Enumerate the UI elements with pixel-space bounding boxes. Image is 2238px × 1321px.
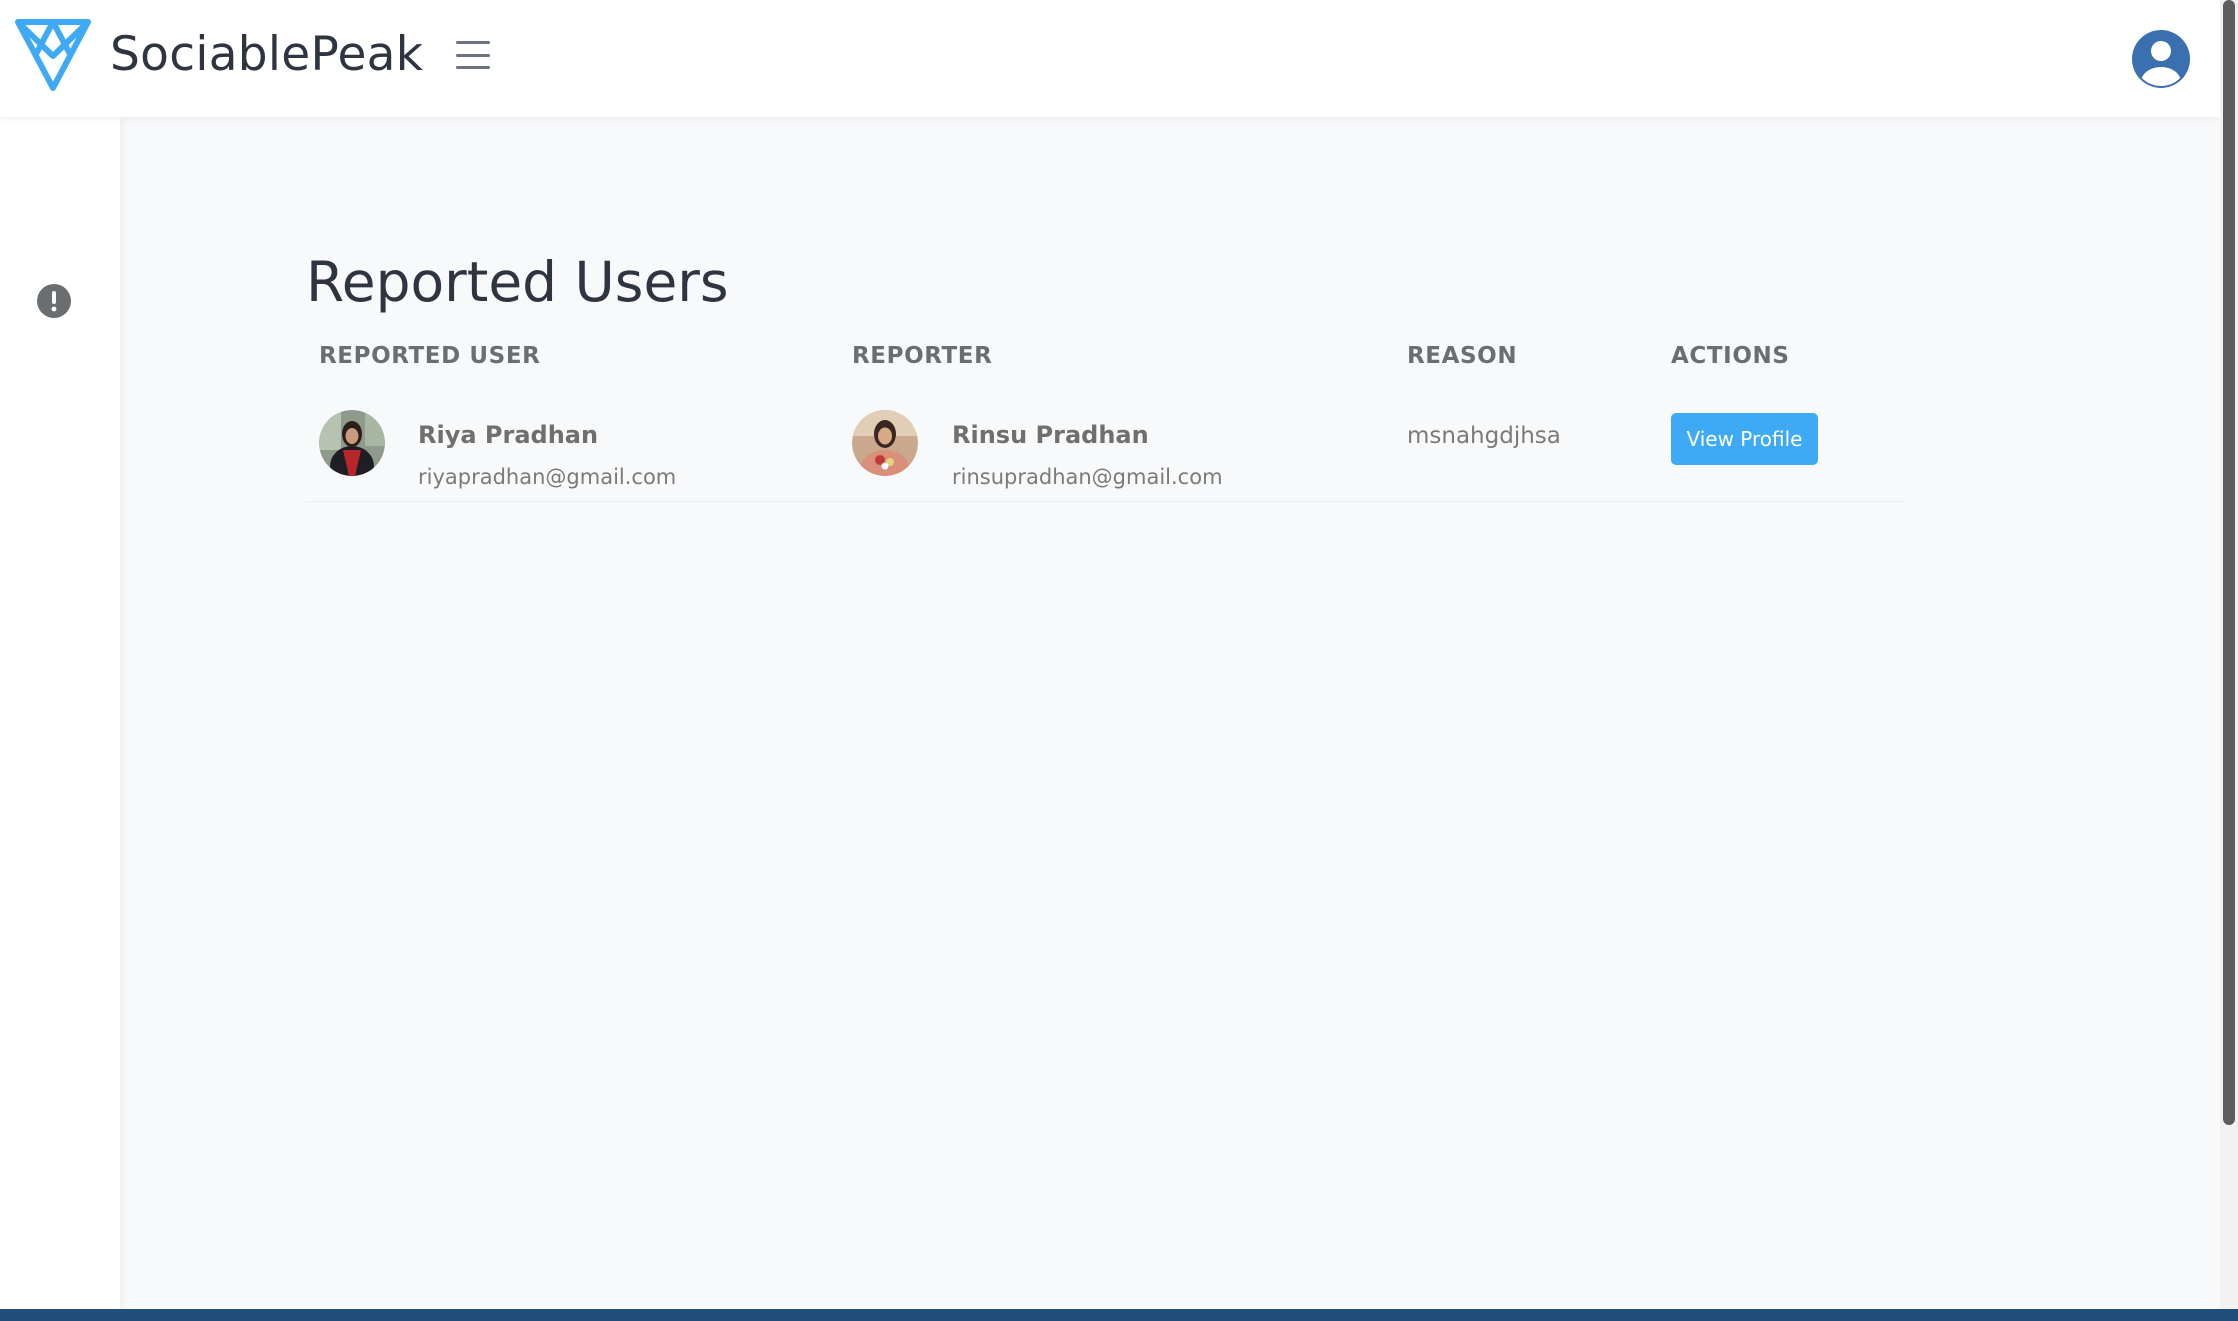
reported-user-email: riyapradhan@gmail.com bbox=[418, 465, 677, 489]
page-title: Reported Users bbox=[306, 250, 729, 314]
window-bottom-edge bbox=[0, 1309, 2238, 1321]
menu-line bbox=[456, 53, 490, 57]
reporter-name: Rinsu Pradhan bbox=[952, 421, 1149, 449]
column-header-actions: ACTIONS bbox=[1671, 343, 1790, 369]
sidebar bbox=[0, 117, 120, 1309]
menu-line bbox=[456, 66, 490, 69]
user-circle-icon[interactable] bbox=[2130, 28, 2192, 90]
view-profile-button[interactable]: View Profile bbox=[1671, 413, 1818, 465]
reported-user-name: Riya Pradhan bbox=[418, 421, 599, 449]
column-header-reason: REASON bbox=[1407, 343, 1518, 369]
reported-user-avatar[interactable] bbox=[319, 410, 385, 476]
hamburger-menu-icon[interactable] bbox=[456, 38, 490, 72]
reported-users-alert-icon[interactable] bbox=[36, 283, 72, 319]
sociablepeak-logo-icon[interactable] bbox=[12, 16, 94, 94]
main-content: Reported Users REPORTED USER REPORTER RE… bbox=[120, 117, 2220, 1309]
column-header-reporter: REPORTER bbox=[852, 343, 993, 369]
menu-line bbox=[456, 41, 490, 44]
report-reason: msnahgdjhsa bbox=[1407, 423, 1561, 449]
scrollbar-thumb[interactable] bbox=[2223, 0, 2235, 1125]
app-title[interactable]: SociablePeak bbox=[110, 24, 423, 86]
table-row: Riya Pradhan riyapradhan@gmail.com Rinsu… bbox=[306, 397, 1906, 502]
top-header: SociablePeak bbox=[0, 0, 2220, 117]
reporter-avatar[interactable] bbox=[852, 410, 918, 476]
column-header-reported-user: REPORTED USER bbox=[319, 343, 541, 369]
reporter-email: rinsupradhan@gmail.com bbox=[952, 465, 1223, 489]
